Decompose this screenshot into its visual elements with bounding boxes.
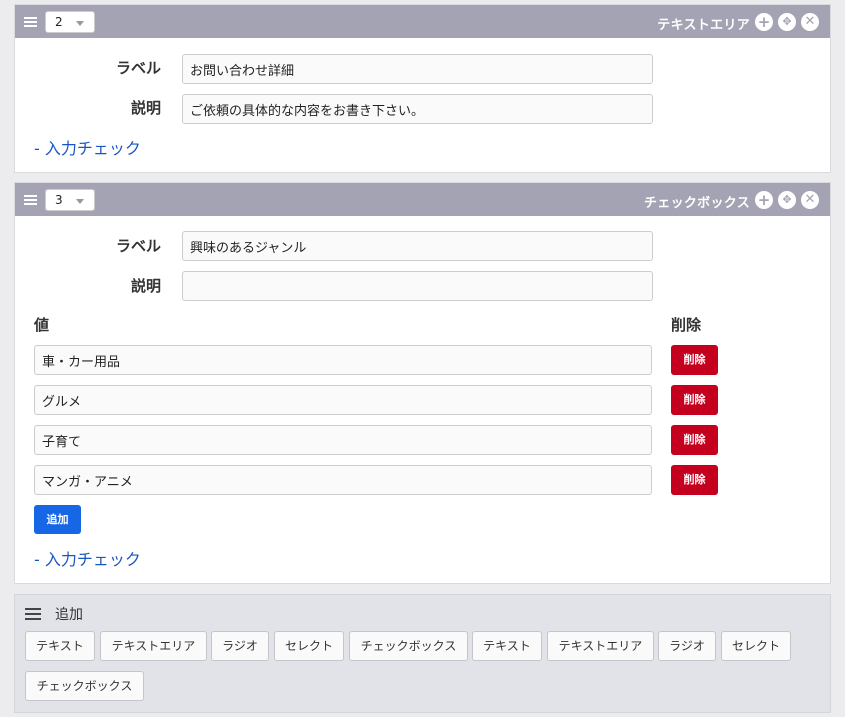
chevron-down-icon	[76, 21, 84, 26]
card-header[interactable]: 2 テキストエリア + ✥ ✕	[15, 5, 830, 38]
label-field-label: ラベル	[115, 59, 161, 77]
move-icon[interactable]: ✥	[778, 13, 796, 31]
delete-button[interactable]: 削除	[671, 425, 718, 455]
order-select[interactable]: 2	[45, 11, 95, 33]
add-textarea-button[interactable]: テキストエリア	[547, 631, 654, 661]
order-select[interactable]: 3	[45, 189, 95, 211]
add-icon[interactable]: +	[755, 13, 773, 31]
add-select-button[interactable]: セレクト	[274, 631, 344, 661]
input-check-link[interactable]: - 入力チェック	[34, 135, 141, 159]
chevron-down-icon	[76, 199, 84, 204]
field-card-checkbox: 3 チェックボックス + ✥ ✕ ラベル 説明 値 削除 削除 削除 削除 削除…	[14, 182, 831, 584]
move-icon[interactable]: ✥	[778, 191, 796, 209]
add-panel-title: 追加	[55, 607, 83, 623]
description-field-label: 説明	[130, 277, 161, 295]
value-input[interactable]	[34, 345, 652, 375]
close-icon[interactable]: ✕	[801, 191, 819, 209]
add-radio-button[interactable]: ラジオ	[211, 631, 269, 661]
card-header[interactable]: 3 チェックボックス + ✥ ✕	[15, 183, 830, 216]
add-checkbox-button[interactable]: チェックボックス	[349, 631, 468, 661]
add-text-button[interactable]: テキスト	[472, 631, 542, 661]
input-check-link[interactable]: - 入力チェック	[34, 546, 141, 570]
drag-handle-icon[interactable]	[24, 17, 37, 27]
add-text-button[interactable]: テキスト	[25, 631, 95, 661]
description-field-label: 説明	[130, 99, 161, 117]
drag-handle-icon[interactable]	[24, 195, 37, 205]
close-icon[interactable]: ✕	[801, 13, 819, 31]
add-textarea-button[interactable]: テキストエリア	[100, 631, 207, 661]
add-value-button[interactable]: 追加	[34, 505, 81, 534]
order-select-value: 2	[55, 15, 63, 29]
add-select-button[interactable]: セレクト	[721, 631, 791, 661]
add-radio-button[interactable]: ラジオ	[658, 631, 716, 661]
label-field-label: ラベル	[115, 237, 161, 255]
values-column-header: 値	[34, 316, 50, 334]
add-checkbox-button[interactable]: チェックボックス	[25, 671, 144, 701]
delete-button[interactable]: 削除	[671, 465, 718, 495]
add-field-panel: 追加 テキスト テキストエリア ラジオ セレクト チェックボックス テキスト テ…	[14, 594, 831, 713]
delete-button[interactable]: 削除	[671, 345, 718, 375]
delete-button[interactable]: 削除	[671, 385, 718, 415]
card-title: テキストエリア	[657, 18, 750, 33]
label-input[interactable]	[182, 231, 653, 261]
menu-icon	[25, 608, 41, 620]
delete-column-header: 削除	[671, 316, 702, 334]
description-input[interactable]	[182, 94, 653, 124]
description-input[interactable]	[182, 271, 653, 301]
value-input[interactable]	[34, 385, 652, 415]
order-select-value: 3	[55, 193, 63, 207]
value-input[interactable]	[34, 465, 652, 495]
add-icon[interactable]: +	[755, 191, 773, 209]
value-input[interactable]	[34, 425, 652, 455]
card-title: チェックボックス	[643, 196, 750, 211]
field-card-textarea: 2 テキストエリア + ✥ ✕ ラベル 説明 - 入力チェック	[14, 4, 831, 173]
label-input[interactable]	[182, 54, 653, 84]
